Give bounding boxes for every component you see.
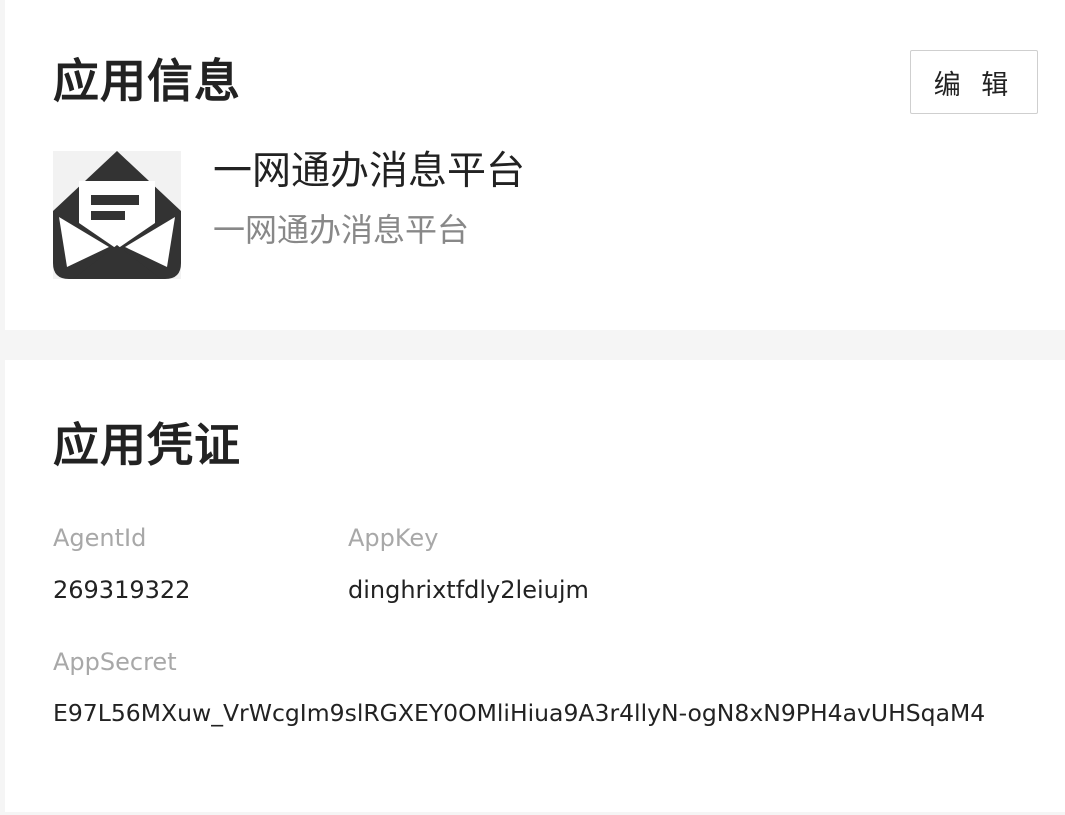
app-secret-value: E97L56MXuw_VrWcgIm9slRGXEY0OMliHiua9A3r4…	[53, 699, 986, 727]
edit-button[interactable]: 编 辑	[910, 50, 1038, 114]
app-credentials-card: 应用凭证 AgentId 269319322 AppKey dinghrixtf…	[5, 360, 1065, 812]
app-secret-label: AppSecret	[53, 648, 177, 676]
envelope-open-icon	[53, 151, 181, 279]
app-info-card: 应用信息 编 辑 一网通办消息平台 一网通办消息平台	[5, 0, 1065, 330]
app-description: 一网通办消息平台	[213, 211, 470, 249]
agent-id-label: AgentId	[53, 524, 147, 552]
app-key-label: AppKey	[348, 524, 439, 552]
app-name: 一网通办消息平台	[213, 149, 526, 194]
agent-id-value: 269319322	[53, 576, 191, 604]
credentials-title: 应用凭证	[53, 418, 241, 472]
app-key-value: dinghrixtfdly2leiujm	[348, 576, 589, 604]
app-info-title: 应用信息	[53, 54, 241, 108]
